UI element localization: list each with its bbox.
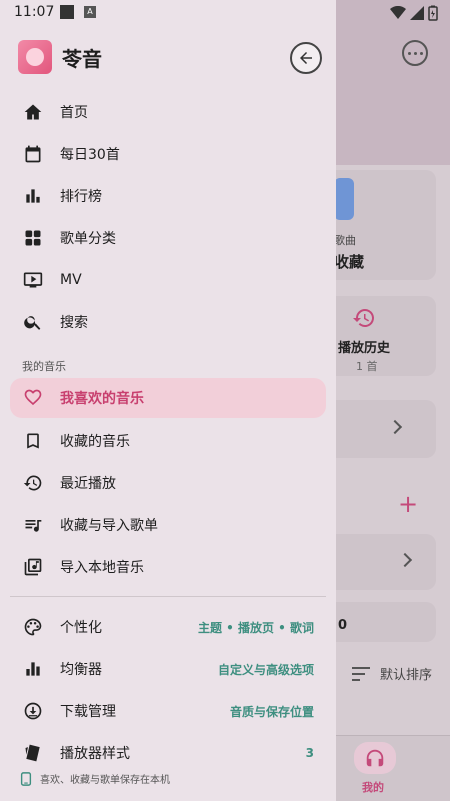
sort-label: 默认排序 [380,668,433,683]
phone-icon [20,771,32,786]
songs-tile-label: 歌曲 [334,234,356,247]
sort-button[interactable]: 默认排序 [352,664,432,683]
drawer-item-label: 均衡器 [60,662,102,678]
drawer-item-import-local[interactable]: 导入本地音乐 [10,547,326,587]
drawer-item-label: 每日30首 [60,147,120,163]
drawer-item-import-playlist[interactable]: 收藏与导入歌单 [10,505,326,545]
playlist-icon [22,514,44,536]
drawer-item-label: MV [60,272,82,288]
equalizer-icon [22,658,44,680]
cards-icon [22,742,44,764]
battery-icon [428,5,438,21]
drawer-item-recent[interactable]: 最近播放 [10,463,326,503]
grid-icon [22,227,44,249]
arrow-back-icon [300,52,312,64]
section-label-my-music: 我的音乐 [22,360,66,373]
status-icons [390,5,438,21]
drawer-item-label: 个性化 [60,620,102,636]
close-drawer-button[interactable] [290,42,322,74]
history-icon [353,309,374,327]
drawer-item-label: 搜索 [60,315,88,331]
video-icon [22,269,44,291]
history-label: 播放历史 [338,341,391,356]
bar-chart-icon [22,185,44,207]
notification-icon [60,5,74,19]
drawer-item-subtitle: 自定义与高级选项 [217,662,314,677]
calendar-icon [22,143,44,165]
palette-icon [22,616,44,638]
home-icon [22,101,44,123]
drawer-item-home[interactable]: 首页 [10,92,326,132]
app-title: 苓音 [62,46,102,71]
status-time: 11:07 [14,4,55,20]
drawer-item-label: 收藏与导入歌单 [60,518,158,534]
library-music-icon [22,556,44,578]
history-count: 1 首 [356,360,378,373]
drawer-item-subtitle: 音质与保存位置 [229,704,314,719]
drawer-item-downloads[interactable]: 下载管理 音质与保存位置 [10,691,326,731]
drawer-item-label: 歌单分类 [60,231,116,247]
drawer-item-subtitle: 3 [305,746,314,760]
wifi-icon [390,6,406,19]
drawer-item-label: 首页 [60,105,88,121]
drawer-item-charts[interactable]: 排行榜 [10,176,326,216]
app-notification-icon: A [84,6,96,18]
drawer-item-subtitle: 主题 • 播放页 • 歌词 [197,620,314,635]
drawer-item-player-style[interactable]: 播放器样式 3 [10,733,326,773]
nav-mine-button[interactable] [354,742,396,774]
more-options-icon[interactable] [402,40,428,66]
drawer-item-collected-music[interactable]: 收藏的音乐 [10,421,326,461]
drawer-item-label: 最近播放 [60,476,116,492]
bookmark-icon [22,430,44,452]
drawer-item-search[interactable]: 搜索 [10,302,326,342]
navigation-drawer: 苓音 首页 每日30首 排行榜 歌单分类 MV 搜索 我的音乐 我喜欢的音乐 收… [0,0,336,801]
status-bar: 11:07 A [0,0,450,26]
download-icon [22,700,44,722]
add-playlist-icon[interactable]: + [398,492,418,516]
drawer-item-label: 我喜欢的音乐 [60,391,144,407]
drawer-item-categories[interactable]: 歌单分类 [10,218,326,258]
count-zero: 0 [338,618,348,633]
heart-icon [22,387,44,409]
drawer-divider [10,596,326,597]
drawer-item-label: 播放器样式 [60,746,130,762]
drawer-item-label: 下载管理 [60,704,116,720]
search-icon [22,311,44,333]
storage-note-text: 喜欢、收藏与歌单保存在本机 [40,775,170,786]
sort-icon [352,666,370,681]
drawer-item-liked-music[interactable]: 我喜欢的音乐 [10,378,326,418]
collect-tile-label: 收藏 [334,253,365,271]
history-icon [22,472,44,494]
drawer-item-label: 收藏的音乐 [60,434,130,450]
storage-note: 喜欢、收藏与歌单保存在本机 [20,771,170,786]
headphones-icon [366,749,384,767]
drawer-item-daily[interactable]: 每日30首 [10,134,326,174]
app-logo [18,40,52,74]
signal-icon [410,6,424,20]
drawer-item-label: 排行榜 [60,189,102,205]
drawer-header: 苓音 [18,40,102,74]
nav-mine-label: 我的 [362,781,384,794]
drawer-item-equalizer[interactable]: 均衡器 自定义与高级选项 [10,649,326,689]
drawer-item-personalize[interactable]: 个性化 主题 • 播放页 • 歌词 [10,607,326,647]
collection-icon [334,178,354,220]
drawer-item-label: 导入本地音乐 [60,560,144,576]
drawer-item-mv[interactable]: MV [10,260,326,300]
